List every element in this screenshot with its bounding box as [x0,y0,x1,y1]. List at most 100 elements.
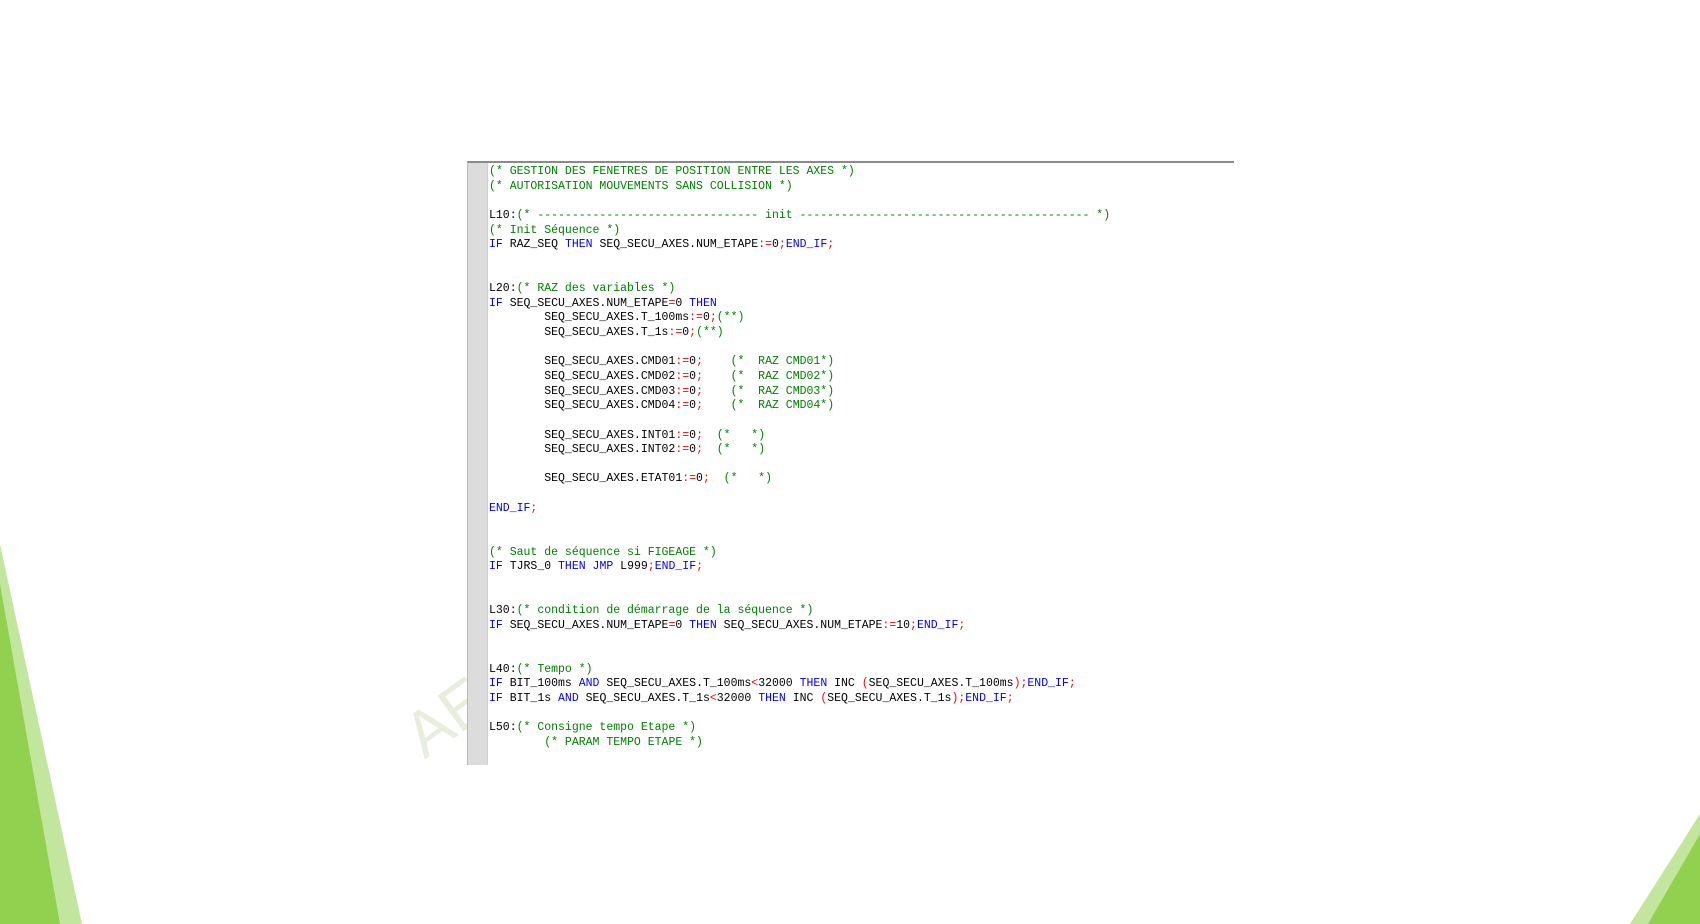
code-token: 0 [696,472,703,486]
code-token: (* RAZ CMD03*) [730,384,835,398]
code-token: 0 [772,238,779,252]
code-line: SEQ_SECU_AXES.CMD03:=0; (* RAZ CMD03*) [489,385,1110,400]
code-line: SEQ_SECU_AXES.CMD04:=0; (* RAZ CMD04*) [489,399,1110,414]
code-line: L50:(* Consigne tempo Etape *) [489,721,1110,736]
code-line: (* PARAM TEMPO ETAPE *) [489,736,1110,751]
code-token: IF [489,238,503,252]
code-token: THEN [758,692,786,706]
code-token: SEQ_SECU_AXES.T_1s [827,692,952,706]
code-token: 10 [896,618,911,632]
code-token: (* PARAM TEMPO ETAPE *) [544,735,703,749]
code-token: ); [951,692,966,706]
code-line: END_IF; [489,502,1110,517]
code-token: ); [1013,677,1028,691]
code-token: THEN [799,677,828,691]
code-token: RAZ_SEQ [502,238,565,252]
code-token: SEQ_SECU_AXES.ETAT01 [489,472,683,486]
code-token: (**) [716,311,745,325]
code-token: END_IF [1027,677,1069,691]
code-token: END_IF [785,238,828,252]
code-token: (* RAZ CMD01*) [730,355,835,369]
code-token: ; [910,618,917,632]
code-token: INC [827,677,862,691]
code-token: END_IF [916,618,959,632]
code-token: AND [558,692,579,706]
code-token: (* -------------------------------- init… [516,208,1111,222]
code-token: SEQ_SECU_AXES.NUM_ETAPE [502,618,669,632]
code-line: IF BIT_1s AND SEQ_SECU_AXES.T_1s<32000 T… [489,692,1110,707]
code-token: (* Tempo *) [516,662,593,676]
code-line: IF SEQ_SECU_AXES.NUM_ETAPE=0 THEN SEQ_SE… [489,619,1110,634]
code-token: SEQ_SECU_AXES.NUM_ETAPE [716,618,883,632]
presentation-slide: AE (* GESTION DES FENETRES DE POSITION E… [0,0,1700,924]
code-token: L50: [489,721,517,735]
code-line: SEQ_SECU_AXES.T_100ms:=0;(**) [489,311,1110,326]
code-token: SEQ_SECU_AXES.CMD01 [489,355,676,369]
code-token: (* RAZ des variables *) [516,282,676,296]
code-token: ; [530,501,538,515]
code-line: (* GESTION DES FENETRES DE POSITION ENTR… [489,165,1110,180]
code-line: L20:(* RAZ des variables *) [489,282,1110,297]
code-token: AND [578,677,600,691]
code-line: SEQ_SECU_AXES.ETAT01:=0; (* *) [489,472,1110,487]
code-token: END_IF [654,560,697,574]
code-token: SEQ_SECU_AXES.NUM_ETAPE [592,238,759,252]
code-token: (* RAZ CMD02*) [730,369,835,383]
code-line: (* AUTORISATION MOUVEMENTS SANS COLLISIO… [489,180,1110,195]
code-token: := [675,369,690,383]
code-token: ; [696,355,703,369]
code-token: (* Init Séquence *) [489,223,621,237]
code-token: 32000 [716,692,759,706]
code-token: BIT_100ms [502,677,579,691]
code-token: := [882,618,897,632]
code-token: END_IF [965,692,1007,706]
code-token: THEN [564,238,593,252]
code-token: (* *) [716,443,766,457]
code-token: (* *) [723,472,772,486]
code-line: SEQ_SECU_AXES.INT01:=0; (* *) [489,429,1110,444]
code-token: SEQ_SECU_AXES.INT02 [489,443,676,457]
code-line: IF RAZ_SEQ THEN SEQ_SECU_AXES.NUM_ETAPE:… [489,238,1110,253]
code-token: ( [861,677,869,691]
code-token: < [709,692,717,706]
code-token: JMP [592,560,614,574]
code-token: ; [1006,692,1014,706]
code-token: SEQ_SECU_AXES.CMD02 [489,369,676,383]
code-token: ; [778,238,786,252]
code-token: ; [696,369,703,383]
code-token: SEQ_SECU_AXES.INT01 [489,428,676,442]
code-token: := [675,443,690,457]
slide-corner-decoration-left [0,544,82,924]
code-token: IF [489,677,503,691]
code-token: 32000 [758,677,800,691]
code-token: SEQ_SECU_AXES.T_100ms [868,677,1014,691]
code-editor-screenshot: (* GESTION DES FENETRES DE POSITION ENTR… [467,161,1234,765]
code-token: ; [1068,677,1076,691]
code-token: := [675,355,690,369]
code-line: SEQ_SECU_AXES.INT02:=0; (* *) [489,443,1110,458]
code-token: ; [709,311,717,325]
code-token: (* GESTION DES FENETRES DE POSITION ENTR… [489,165,855,178]
code-token: := [668,326,683,340]
code-token: 0 [702,311,710,325]
code-token: SEQ_SECU_AXES.T_100ms [599,677,752,691]
code-token: (* Saut de séquence si FIGEAGE *) [489,545,717,559]
code-token: := [675,384,690,398]
code-token: INC [785,692,821,706]
code-token: (* Consigne tempo Etape *) [516,721,697,735]
code-token: 0 [675,618,690,632]
code-token: IF [489,560,503,574]
